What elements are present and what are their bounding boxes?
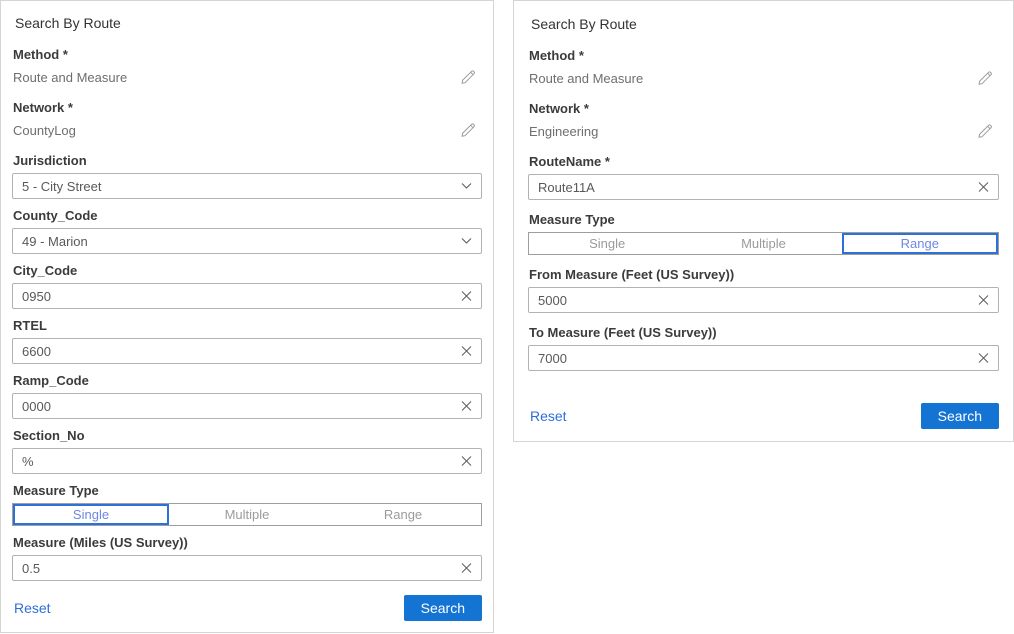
clear-icon[interactable] [978, 295, 989, 306]
search-by-route-panel-left: Search By Route Method * Route and Measu… [0, 0, 494, 633]
text-input-wrapper [12, 393, 482, 419]
text-field: From Measure (Feet (US Survey)) [528, 267, 999, 313]
text-field: RouteName * [528, 154, 999, 200]
clear-icon[interactable] [461, 346, 472, 357]
text-input[interactable] [13, 556, 481, 580]
text-field: Ramp_Code [12, 373, 482, 419]
field-value: Route and Measure [529, 71, 643, 86]
select-input[interactable]: 5 - City Street [12, 173, 482, 199]
field-label: Section_No [13, 428, 482, 443]
text-field: To Measure (Feet (US Survey)) [528, 325, 999, 371]
field-label: Method * [13, 47, 482, 62]
panel-footer: Reset Search [12, 595, 482, 621]
static-fields: Method * Route and Measure Network * Cou… [12, 47, 482, 140]
clear-icon[interactable] [461, 291, 472, 302]
panel-title: Search By Route [15, 15, 482, 31]
select-field: County_Code 49 - Marion [12, 208, 482, 254]
field-label: Network * [13, 100, 482, 115]
text-field: Section_No [12, 428, 482, 474]
fields-container: RouteName * Measure Type SingleMultipleR… [528, 154, 999, 371]
clear-icon[interactable] [978, 182, 989, 193]
field-value: Engineering [529, 124, 598, 139]
select-value: 49 - Marion [13, 234, 88, 249]
readonly-field: Network * CountyLog [12, 100, 482, 140]
text-input-wrapper [528, 287, 999, 313]
chevron-down-icon [461, 238, 472, 245]
select-field: Jurisdiction 5 - City Street [12, 153, 482, 199]
field-label: Ramp_Code [13, 373, 482, 388]
clear-icon[interactable] [461, 563, 472, 574]
segment-option-single[interactable]: Single [13, 504, 169, 525]
select-input[interactable]: 49 - Marion [12, 228, 482, 254]
clear-icon[interactable] [978, 353, 989, 364]
field-label: City_Code [13, 263, 482, 278]
field-label: Method * [529, 48, 999, 63]
text-input[interactable] [529, 288, 998, 312]
text-field: Measure (Miles (US Survey)) [12, 535, 482, 581]
segment-option-multiple[interactable]: Multiple [169, 504, 325, 525]
select-value: 5 - City Street [13, 179, 101, 194]
clear-icon[interactable] [461, 401, 472, 412]
text-field: City_Code [12, 263, 482, 309]
fields-container: Jurisdiction 5 - City Street County_Code… [12, 153, 482, 581]
text-field: RTEL [12, 318, 482, 364]
reset-link[interactable]: Reset [530, 408, 567, 424]
text-input[interactable] [529, 346, 998, 370]
readonly-field: Network * Engineering [528, 101, 999, 141]
field-label: Jurisdiction [13, 153, 482, 168]
text-input-wrapper [528, 345, 999, 371]
field-value: CountyLog [13, 123, 76, 138]
field-label: RTEL [13, 318, 482, 333]
segmented-control: SingleMultipleRange [528, 232, 999, 255]
segmented-control: SingleMultipleRange [12, 503, 482, 526]
text-input-wrapper [12, 338, 482, 364]
field-label: From Measure (Feet (US Survey)) [529, 267, 999, 282]
field-label: Network * [529, 101, 999, 116]
pencil-icon[interactable] [459, 69, 476, 86]
chevron-down-icon [461, 183, 472, 190]
text-input[interactable] [13, 339, 481, 363]
search-button[interactable]: Search [921, 403, 999, 429]
clear-icon[interactable] [461, 456, 472, 467]
segment-option-multiple[interactable]: Multiple [685, 233, 841, 254]
segment-field: Measure Type SingleMultipleRange [12, 483, 482, 526]
static-fields: Method * Route and Measure Network * Eng… [528, 48, 999, 141]
field-label: Measure Type [13, 483, 482, 498]
field-label: County_Code [13, 208, 482, 223]
text-input-wrapper [12, 448, 482, 474]
text-input[interactable] [13, 284, 481, 308]
panel-footer: Reset Search [528, 403, 999, 429]
field-label: RouteName * [529, 154, 999, 169]
segment-option-single[interactable]: Single [529, 233, 685, 254]
pencil-icon[interactable] [459, 122, 476, 139]
text-input-wrapper [12, 283, 482, 309]
field-label: Measure (Miles (US Survey)) [13, 535, 482, 550]
search-by-route-panel-right: Search By Route Method * Route and Measu… [513, 0, 1014, 442]
text-input[interactable] [13, 394, 481, 418]
text-input[interactable] [529, 175, 998, 199]
field-label: Measure Type [529, 212, 999, 227]
text-input-wrapper [528, 174, 999, 200]
segment-field: Measure Type SingleMultipleRange [528, 212, 999, 255]
search-button[interactable]: Search [404, 595, 482, 621]
field-value: Route and Measure [13, 70, 127, 85]
segment-option-range[interactable]: Range [325, 504, 481, 525]
text-input-wrapper [12, 555, 482, 581]
field-label: To Measure (Feet (US Survey)) [529, 325, 999, 340]
reset-link[interactable]: Reset [14, 600, 51, 616]
segment-option-range[interactable]: Range [842, 233, 998, 254]
readonly-field: Method * Route and Measure [528, 48, 999, 88]
readonly-field: Method * Route and Measure [12, 47, 482, 87]
pencil-icon[interactable] [976, 123, 993, 140]
panel-title: Search By Route [531, 16, 999, 32]
pencil-icon[interactable] [976, 70, 993, 87]
text-input[interactable] [13, 449, 481, 473]
